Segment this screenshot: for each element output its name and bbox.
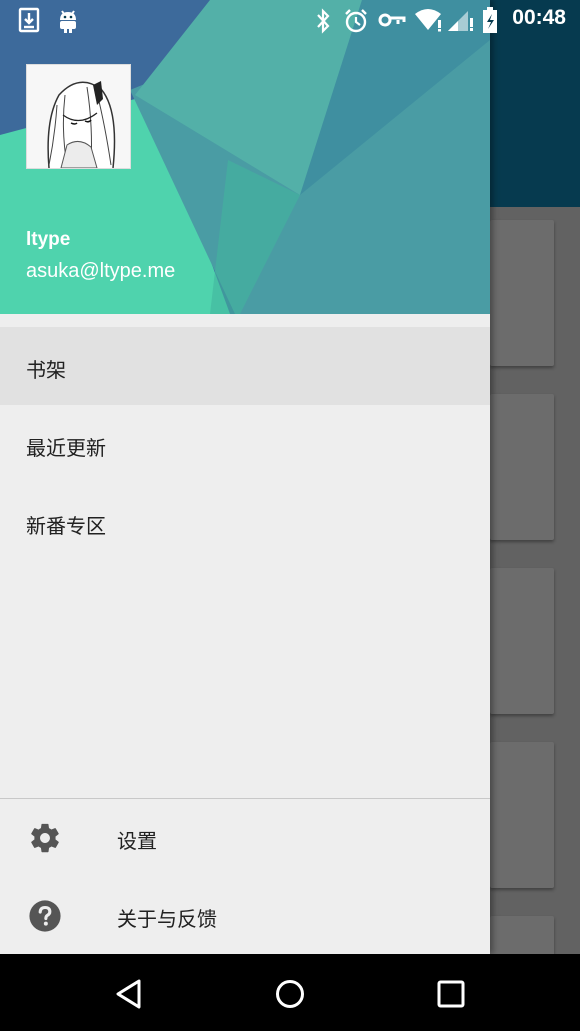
navigation-drawer: ltype asuka@ltype.me 书架 最近更新 新番专区 设置 关于与…	[0, 0, 490, 954]
menu-item-label: 新番专区	[26, 514, 106, 538]
background-card	[490, 220, 554, 366]
background-card	[490, 568, 554, 714]
signal-icon	[448, 11, 473, 31]
status-bar: 00:48	[0, 0, 580, 42]
status-time: 00:48	[512, 6, 566, 29]
back-icon[interactable]	[107, 972, 151, 1016]
navigation-bar	[0, 954, 580, 1031]
settings-label: 设置	[117, 829, 157, 853]
android-icon	[60, 10, 76, 33]
battery-icon	[483, 7, 497, 33]
menu-item-label: 书架	[26, 358, 66, 382]
alarm-icon	[345, 9, 367, 33]
gear-icon	[31, 823, 59, 853]
user-email: asuka@ltype.me	[26, 260, 176, 282]
background-card	[490, 394, 554, 540]
bluetooth-icon	[317, 8, 330, 34]
menu-item-recent-updates[interactable]: 最近更新	[0, 405, 490, 483]
background-card	[490, 742, 554, 888]
about-feedback-label: 关于与反馈	[117, 907, 217, 931]
home-icon[interactable]	[268, 972, 312, 1016]
drawer-header: ltype asuka@ltype.me	[0, 0, 490, 314]
download-icon	[18, 7, 40, 33]
menu-item-label: 最近更新	[26, 436, 106, 460]
about-feedback-item[interactable]: 关于与反馈	[0, 877, 490, 954]
settings-item[interactable]: 设置	[0, 799, 490, 877]
vpn-key-icon	[378, 13, 406, 27]
avatar[interactable]	[26, 64, 131, 169]
wifi-icon	[415, 9, 441, 32]
help-icon	[29, 900, 61, 932]
menu-item-bookshelf[interactable]: 书架	[0, 327, 490, 405]
avatar-image	[27, 65, 130, 168]
menu-item-new-anime[interactable]: 新番专区	[0, 483, 490, 561]
user-name: ltype	[26, 229, 71, 250]
recents-icon[interactable]	[429, 972, 473, 1016]
